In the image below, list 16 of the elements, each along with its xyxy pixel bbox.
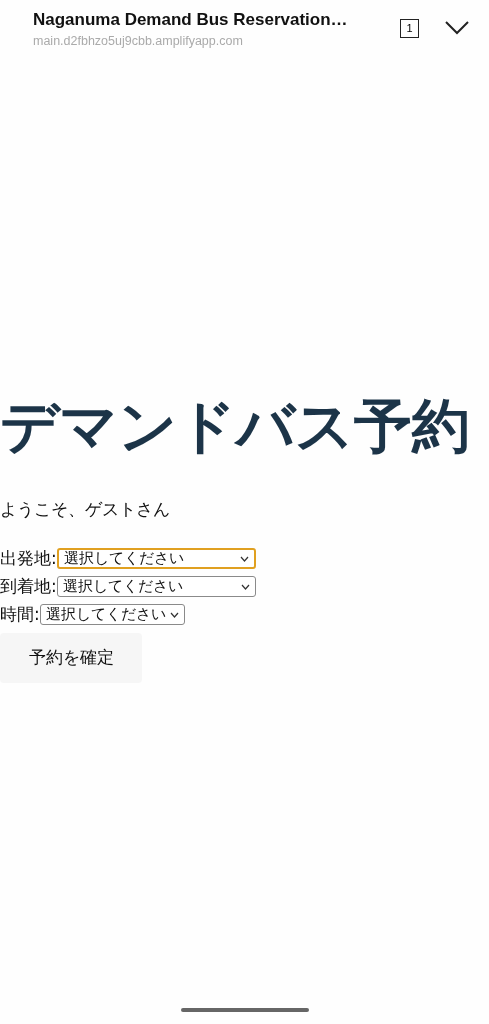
caret-icon	[169, 611, 179, 618]
submit-button[interactable]: 予約を確定	[0, 632, 142, 683]
url-text: main.d2fbhzo5uj9cbb.amplifyapp.com	[33, 34, 244, 48]
welcome-text: ようこそ、ゲストさん	[0, 497, 171, 521]
tab-count-button[interactable]: 1	[400, 18, 419, 38]
select-field[interactable]: 選択してください	[56, 548, 256, 570]
page-title: Naganuma Demand Bus Reservation…	[33, 10, 349, 30]
field-label: 到着地:	[0, 575, 57, 599]
select-field[interactable]: 選択してください	[56, 576, 256, 598]
field-label: 出発地:	[0, 547, 57, 571]
caret-icon	[240, 583, 250, 590]
chevron-down-icon[interactable]	[445, 21, 469, 35]
page-heading: デマンドバス予約	[0, 392, 471, 462]
select-field[interactable]: 選択してください	[39, 604, 185, 626]
caret-icon	[239, 555, 249, 562]
field-label: 時間:	[0, 603, 40, 627]
